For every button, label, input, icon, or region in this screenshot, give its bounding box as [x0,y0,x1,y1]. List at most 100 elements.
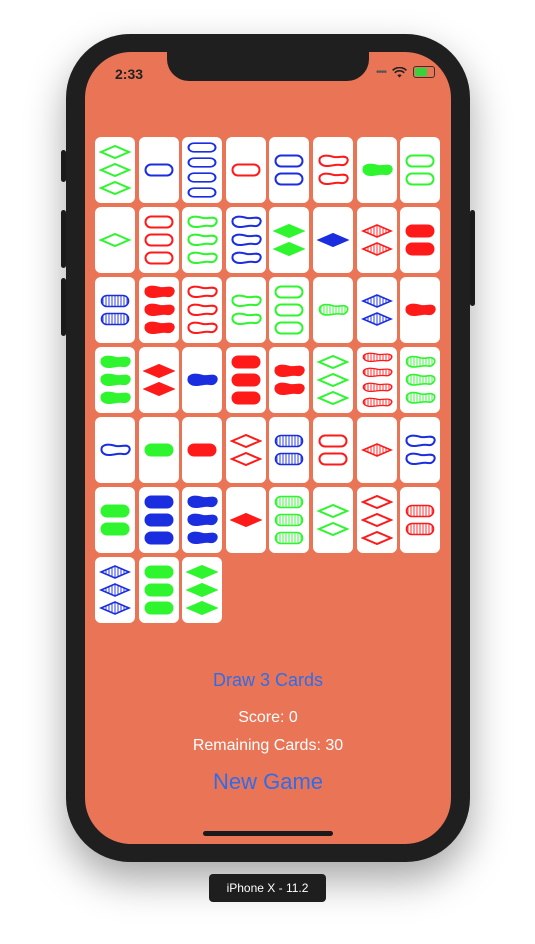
diamond-symbol-icon [142,364,175,378]
set-card[interactable] [269,417,310,483]
set-card[interactable] [400,417,441,483]
set-card[interactable] [313,487,353,553]
diamond-symbol-icon [360,495,393,509]
squiggle-symbol-icon [362,382,393,393]
oval-symbol-icon [274,154,304,168]
home-indicator [203,831,333,836]
set-card[interactable] [269,277,310,343]
oval-symbol-icon [100,522,130,536]
set-card[interactable] [400,277,441,343]
set-card[interactable] [138,277,179,343]
set-card[interactable] [95,487,135,553]
set-card[interactable] [138,557,179,623]
cell-signal-dots-icon: •••• [375,66,387,78]
set-card[interactable] [313,417,353,483]
squiggle-symbol-icon [405,434,436,448]
set-card[interactable] [400,487,441,553]
set-card[interactable] [182,277,223,343]
set-card[interactable] [313,277,353,343]
set-card[interactable] [182,557,223,623]
set-card[interactable] [313,207,353,273]
mute-switch [61,150,66,182]
oval-symbol-icon [144,251,174,265]
set-card[interactable] [138,137,179,203]
set-card[interactable] [225,137,266,203]
set-card[interactable] [313,137,353,203]
draw-3-cards-button[interactable]: Draw 3 Cards [85,670,451,691]
diamond-symbol-icon [360,224,393,238]
score-label: Score: 0 [238,709,298,726]
oval-symbol-icon [187,172,217,183]
set-card[interactable] [138,417,179,483]
diamond-symbol-icon [99,565,131,579]
diamond-symbol-icon [317,233,349,247]
set-card[interactable] [356,417,397,483]
squiggle-symbol-icon [318,303,349,316]
battery-charging-icon [413,66,435,78]
set-card[interactable] [138,347,179,413]
set-card[interactable] [95,207,135,273]
squiggle-symbol-icon [318,154,349,168]
squiggle-symbol-icon [100,391,131,405]
set-card[interactable] [269,347,310,413]
set-card[interactable] [138,487,179,553]
diamond-symbol-icon [99,601,131,615]
oval-symbol-icon [144,443,174,457]
squiggle-symbol-icon [405,355,436,368]
set-card[interactable] [95,557,135,623]
wifi-icon [392,66,407,77]
set-card[interactable] [182,137,223,203]
oval-symbol-icon [144,163,174,177]
diamond-symbol-icon [360,312,393,326]
set-card[interactable] [95,347,135,413]
set-card[interactable] [182,207,223,273]
oval-symbol-icon [100,312,130,326]
oval-symbol-icon [405,224,435,238]
oval-symbol-icon [274,321,304,335]
set-card[interactable] [313,347,353,413]
diamond-symbol-icon [360,531,393,545]
set-card[interactable] [225,417,266,483]
diamond-symbol-icon [186,583,219,597]
status-icons: •••• [376,66,435,78]
set-card[interactable] [269,207,310,273]
new-game-button[interactable]: New Game [85,769,451,795]
set-card[interactable] [95,417,135,483]
set-card[interactable] [356,487,397,553]
set-card[interactable] [225,207,266,273]
squiggle-symbol-icon [405,373,436,386]
set-card[interactable] [269,487,310,553]
squiggle-symbol-icon [187,303,218,317]
squiggle-symbol-icon [100,443,131,457]
set-card[interactable] [225,347,266,413]
squiggle-symbol-icon [231,294,262,308]
squiggle-symbol-icon [144,303,175,317]
squiggle-symbol-icon [405,391,436,404]
set-card[interactable] [356,277,397,343]
set-card[interactable] [269,137,310,203]
set-card[interactable] [182,487,223,553]
set-card[interactable] [356,137,397,203]
volume-down-button [61,278,66,336]
squiggle-symbol-icon [187,321,218,335]
game-screen: 2:33 •••• Draw 3 Cards Score: 0 Remainin… [85,52,451,844]
squiggle-symbol-icon [187,513,218,527]
set-card[interactable] [182,417,223,483]
oval-symbol-icon [187,157,217,168]
oval-symbol-icon [405,242,435,256]
set-card[interactable] [225,277,266,343]
set-card[interactable] [138,207,179,273]
set-card[interactable] [400,347,441,413]
set-card[interactable] [400,137,441,203]
set-card[interactable] [225,487,266,553]
set-card[interactable] [356,207,397,273]
diamond-symbol-icon [229,513,262,527]
oval-symbol-icon [405,172,435,186]
diamond-symbol-icon [99,583,131,597]
set-card[interactable] [182,347,223,413]
set-card[interactable] [95,137,135,203]
set-card[interactable] [95,277,135,343]
set-card[interactable] [356,347,397,413]
oval-symbol-icon [144,233,174,247]
set-card[interactable] [400,207,441,273]
